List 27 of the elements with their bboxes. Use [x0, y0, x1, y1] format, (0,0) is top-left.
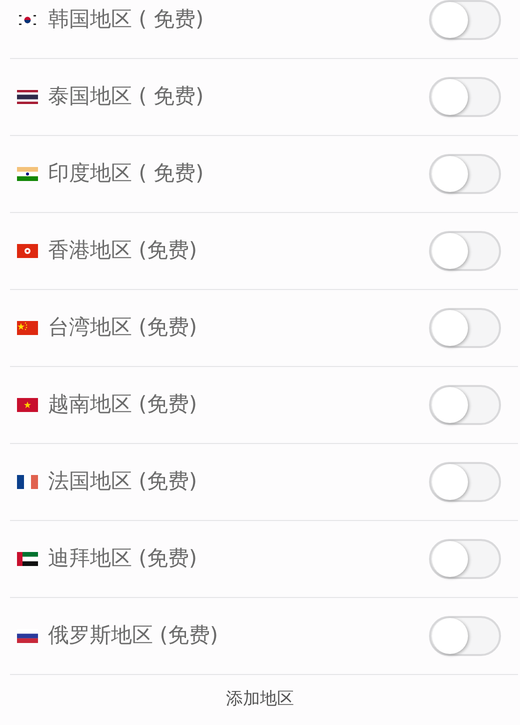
toggle-switch[interactable] — [429, 616, 501, 656]
flag-icon — [17, 13, 38, 27]
region-label: 法国地区 (免费) — [48, 468, 198, 496]
flag-icon — [17, 90, 38, 104]
region-label: 迪拜地区 (免费) — [48, 545, 198, 572]
region-label: 越南地区 (免费) — [48, 391, 198, 418]
toggle-switch[interactable] — [429, 539, 501, 579]
add-region-button[interactable]: 添加地区 — [226, 687, 294, 713]
region-label: 韩国地区 ( 免费) — [48, 6, 204, 34]
toggle-switch[interactable] — [429, 77, 501, 117]
flag-icon — [17, 475, 38, 489]
toggle-switch[interactable] — [429, 231, 501, 271]
toggle-switch[interactable] — [429, 0, 501, 40]
region-label: 泰国地区 ( 免费) — [48, 83, 204, 110]
region-label: 俄罗斯地区 (免费) — [48, 622, 218, 650]
toggle-switch[interactable] — [429, 385, 501, 425]
region-label: 印度地区 ( 免费) — [48, 160, 204, 188]
toggle-switch[interactable] — [429, 462, 501, 502]
region-label: 香港地区 (免费) — [48, 237, 198, 264]
flag-icon — [17, 398, 38, 412]
flag-icon — [17, 321, 38, 335]
toggle-switch[interactable] — [429, 154, 501, 194]
toggle-switch[interactable] — [429, 308, 501, 348]
flag-icon — [17, 244, 38, 258]
region-label: 台湾地区 (免费) — [48, 314, 198, 342]
flag-icon — [17, 552, 38, 566]
flag-icon — [17, 167, 38, 181]
